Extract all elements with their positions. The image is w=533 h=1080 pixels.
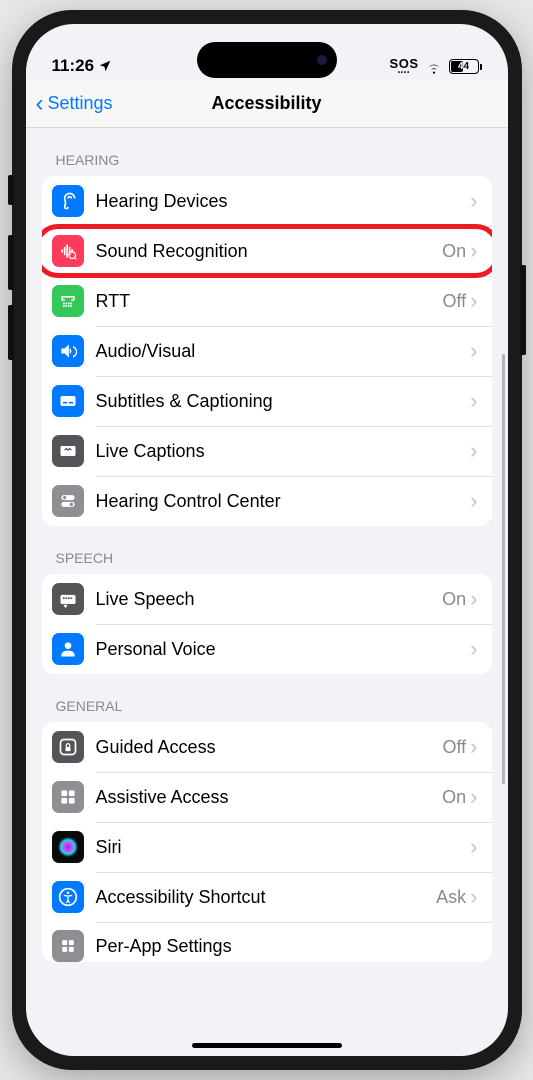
row-label: Siri [96,837,471,858]
back-label: Settings [48,93,113,114]
settings-row-personal-voice[interactable]: Personal Voice› [42,624,492,674]
settings-row-hearing-devices[interactable]: Hearing Devices› [42,176,492,226]
ear-icon [52,185,84,217]
status-time: 11:26 [52,56,95,76]
volume-up-button [8,235,14,290]
appgrid-icon [52,781,84,813]
row-label: Subtitles & Captioning [96,391,471,412]
section-header: SPEECH [42,526,492,574]
settings-row-hearing-control-center[interactable]: Hearing Control Center› [42,476,492,526]
settings-row-accessibility-shortcut[interactable]: Accessibility ShortcutAsk› [42,872,492,922]
row-value: On [442,787,466,808]
row-label: Personal Voice [96,639,471,660]
chevron-right-icon: › [470,390,477,412]
row-label: Assistive Access [96,787,443,808]
row-label: Live Speech [96,589,443,610]
sos-indicator: SOS •••• [390,57,419,76]
content-scroll[interactable]: HEARINGHearing Devices›Sound Recognition… [26,128,508,1056]
row-value: Off [442,737,466,758]
row-label: RTT [96,291,443,312]
phone-frame: 11:26 SOS •••• 44 ‹ [12,10,522,1070]
chevron-right-icon: › [470,736,477,758]
row-value: Ask [436,887,466,908]
location-icon [98,59,112,73]
chevron-left-icon: ‹ [36,92,44,116]
accessibility-icon [52,881,84,913]
row-value: On [442,589,466,610]
chevron-right-icon: › [470,886,477,908]
dynamic-island [197,42,337,78]
list-group: Guided AccessOff›Assistive AccessOn›Siri… [42,722,492,962]
navigation-bar: ‹ Settings Accessibility [26,80,508,128]
list-group: Hearing Devices›Sound RecognitionOn›RTTO… [42,176,492,526]
chevron-right-icon: › [470,340,477,362]
page-title: Accessibility [211,93,321,114]
chevron-right-icon: › [470,836,477,858]
livecaptions-icon [52,435,84,467]
apps-icon [52,930,84,962]
controls-icon [52,485,84,517]
settings-row-rtt[interactable]: RTTOff› [42,276,492,326]
list-group: Live SpeechOn›Personal Voice› [42,574,492,674]
row-value: Off [442,291,466,312]
tty-icon [52,285,84,317]
section-header: GENERAL [42,674,492,722]
volume-down-button [8,305,14,360]
chevron-right-icon: › [470,786,477,808]
lock-icon [52,731,84,763]
row-label: Hearing Control Center [96,491,471,512]
chevron-right-icon: › [470,190,477,212]
subtitles-icon [52,385,84,417]
section-header: HEARING [42,128,492,176]
row-label: Live Captions [96,441,471,462]
siri-icon [52,831,84,863]
settings-row-subtitles-captioning[interactable]: Subtitles & Captioning› [42,376,492,426]
row-label: Guided Access [96,737,443,758]
chevron-right-icon: › [470,240,477,262]
row-value: On [442,241,466,262]
status-left: 11:26 [52,56,113,76]
row-label: Sound Recognition [96,241,443,262]
soundwave-icon [52,235,84,267]
chevron-right-icon: › [470,290,477,312]
back-button[interactable]: ‹ Settings [36,92,113,116]
personvoice-icon [52,633,84,665]
settings-row-live-speech[interactable]: Live SpeechOn› [42,574,492,624]
power-button [520,265,526,355]
settings-row-assistive-access[interactable]: Assistive AccessOn› [42,772,492,822]
battery-icon: 44 [449,59,482,74]
status-right: SOS •••• 44 [390,57,482,76]
row-label: Per-App Settings [96,936,478,957]
keyboard-icon [52,583,84,615]
row-label: Audio/Visual [96,341,471,362]
row-label: Hearing Devices [96,191,471,212]
settings-row-sound-recognition[interactable]: Sound RecognitionOn› [42,226,492,276]
chevron-right-icon: › [470,588,477,610]
chevron-right-icon: › [470,440,477,462]
settings-row-per-app-settings[interactable]: Per-App Settings [42,922,492,962]
ringer-switch [8,175,14,205]
scroll-indicator[interactable] [502,354,505,784]
settings-row-live-captions[interactable]: Live Captions› [42,426,492,476]
wifi-icon [425,60,443,74]
row-label: Accessibility Shortcut [96,887,437,908]
settings-row-audio-visual[interactable]: Audio/Visual› [42,326,492,376]
speaker-icon [52,335,84,367]
settings-row-siri[interactable]: Siri› [42,822,492,872]
settings-row-guided-access[interactable]: Guided AccessOff› [42,722,492,772]
chevron-right-icon: › [470,490,477,512]
home-indicator[interactable] [192,1043,342,1048]
screen: 11:26 SOS •••• 44 ‹ [26,24,508,1056]
chevron-right-icon: › [470,638,477,660]
